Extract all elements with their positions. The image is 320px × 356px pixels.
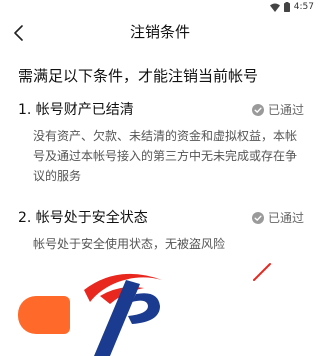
status-badge: 已通过	[251, 102, 304, 118]
page-title: 注销条件	[129, 23, 190, 41]
status-time: 4:57	[293, 2, 314, 12]
check-circle-icon	[251, 212, 264, 224]
status-bar: 4:57	[0, 0, 320, 14]
orange-floating-button[interactable]	[18, 296, 70, 334]
brand-logo-watermark	[84, 273, 162, 356]
title-bar: 注销条件	[0, 14, 320, 50]
wifi-icon	[269, 3, 280, 12]
battery-icon	[283, 2, 290, 12]
status-badge: 已通过	[251, 210, 304, 226]
conditions-heading: 需满足以下条件，才能注销当前帐号	[18, 67, 259, 85]
status-label: 已通过	[267, 103, 304, 117]
condition-item: 1. 帐号财产已结清 已通过 没有资产、欠款、未结清的资金和虚拟权益，本帐号及通…	[18, 100, 308, 186]
condition-description: 没有资产、欠款、未结清的资金和虚拟权益，本帐号及通过本帐号接入的第三方中无未完成…	[33, 129, 298, 183]
status-label: 已通过	[267, 211, 304, 225]
status-icons: 4:57	[269, 1, 314, 13]
check-circle-icon	[251, 104, 264, 116]
condition-description: 帐号处于安全使用状态，无被盗风险	[33, 237, 226, 251]
red-slash-mark	[253, 263, 271, 281]
condition-item: 2. 帐号处于安全状态 已通过 帐号处于安全使用状态，无被盗风险	[18, 208, 308, 254]
